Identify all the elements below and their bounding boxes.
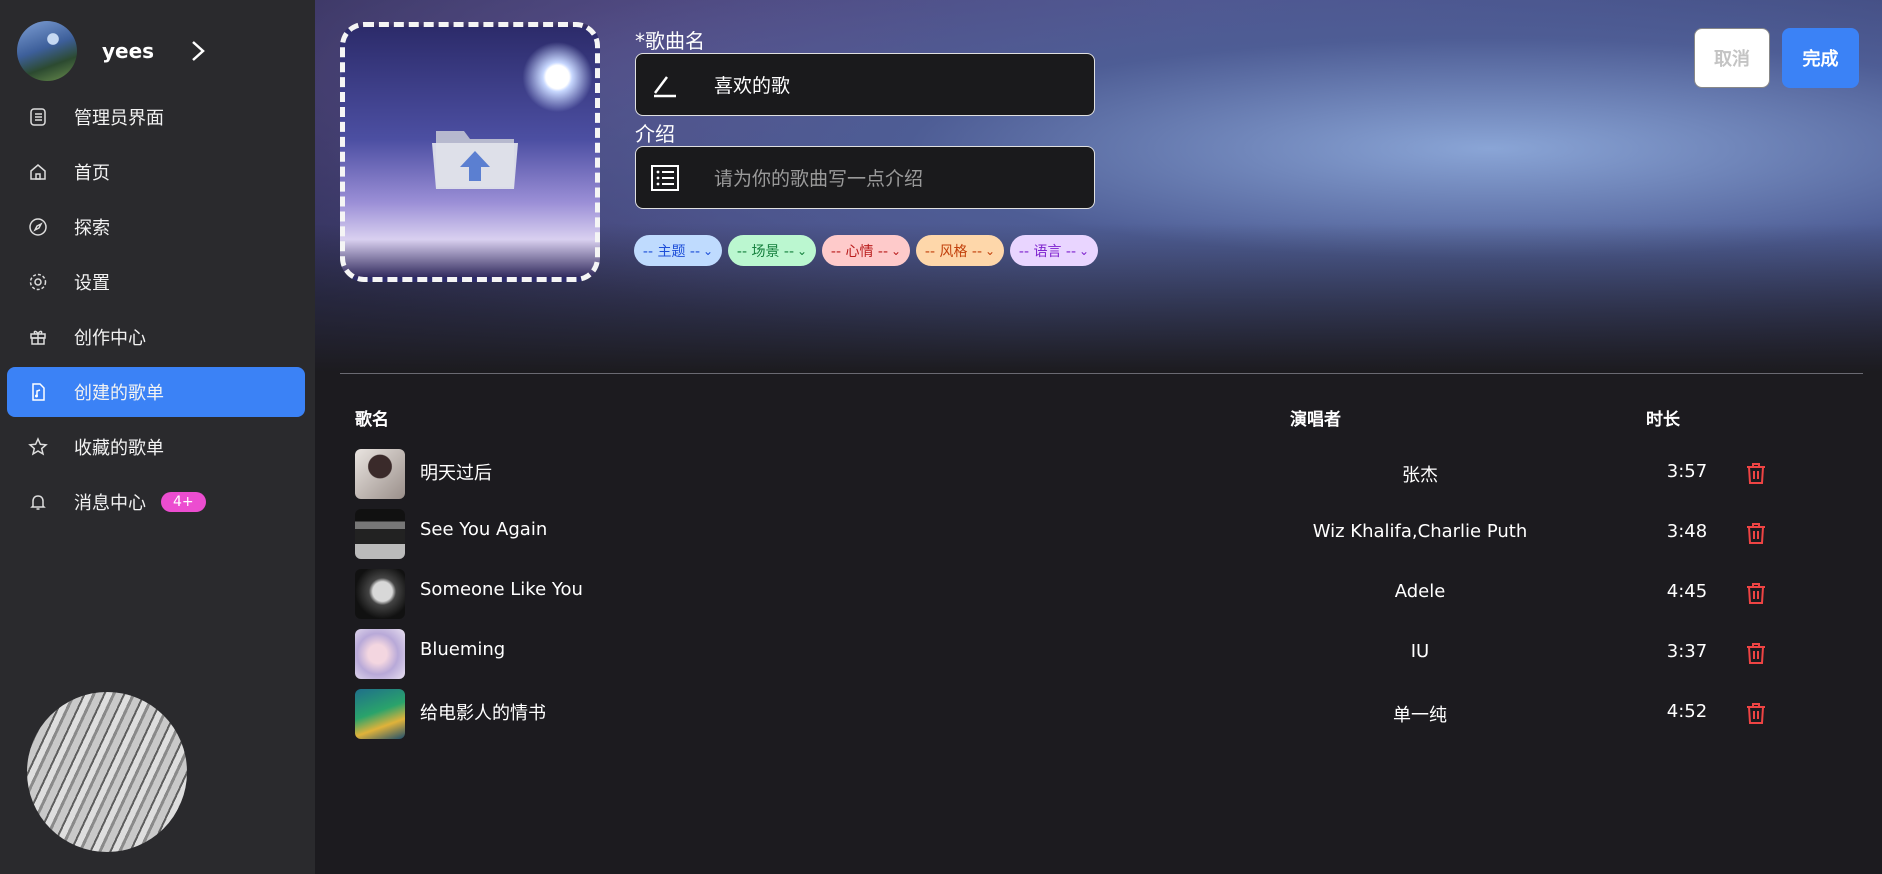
pen-icon (650, 70, 680, 100)
sidebar-item-created-playlists[interactable]: 创建的歌单 (7, 367, 305, 417)
trash-icon[interactable] (1743, 520, 1769, 546)
song-name-field[interactable]: 喜欢的歌 (635, 53, 1095, 116)
column-header-artist: 演唱者 (1290, 410, 1341, 430)
song-duration: 3:48 (1666, 521, 1708, 542)
tag-select-style[interactable]: -- 风格 -- ⌄ (916, 235, 1004, 266)
table-row[interactable]: See You Again Wiz Khalifa,Charlie Puth 3… (355, 509, 1825, 559)
song-artist: Wiz Khalifa,Charlie Puth (1312, 521, 1528, 542)
trash-icon[interactable] (1743, 580, 1769, 606)
tag-selectors: -- 主题 -- ⌄ -- 场景 -- ⌄ -- 心情 -- ⌄ -- 风格 -- ⌄ … (634, 235, 1098, 266)
sidebar-item-explore[interactable]: 探索 (7, 202, 305, 252)
tag-select-theme[interactable]: -- 主题 -- ⌄ (634, 235, 722, 266)
song-title: Someone Like You (420, 579, 583, 600)
intro-placeholder: 请为你的歌曲写一点介绍 (714, 168, 924, 190)
chevron-down-icon: ⌄ (891, 243, 902, 258)
user-profile[interactable]: yees (17, 20, 257, 82)
chevron-down-icon: ⌄ (797, 243, 808, 258)
song-title: See You Again (420, 519, 548, 540)
sidebar-item-label: 设置 (74, 273, 110, 294)
home-icon (27, 161, 49, 183)
avatar[interactable] (17, 21, 77, 81)
sidebar-item-label: 消息中心 (74, 493, 146, 514)
list-icon (650, 163, 680, 193)
column-header-duration: 时长 (1646, 410, 1680, 430)
sidebar-item-admin[interactable]: 管理员界面 (7, 92, 305, 142)
cover-upload[interactable] (340, 22, 600, 282)
tag-label: -- 风格 -- (924, 243, 983, 260)
song-thumbnail (355, 569, 405, 619)
sidebar-item-label: 管理员界面 (74, 108, 164, 129)
sidebar-item-label: 创建的歌单 (74, 383, 164, 404)
sidebar-nav: 管理员界面 首页 探索 设置 创作中心 创建的歌单 收藏的歌单 消息中心 4+ (7, 92, 305, 532)
tag-label: -- 主题 -- (642, 243, 701, 260)
sidebar-item-favorite-playlists[interactable]: 收藏的歌单 (7, 422, 305, 472)
music-file-icon (27, 381, 49, 403)
song-thumbnail (355, 449, 405, 499)
trash-icon[interactable] (1743, 700, 1769, 726)
sidebar-item-label: 首页 (74, 163, 110, 184)
song-title: Blueming (420, 639, 506, 660)
sidebar-item-messages[interactable]: 消息中心 4+ (7, 477, 305, 527)
song-title: 给电影人的情书 (420, 703, 546, 724)
column-header-name: 歌名 (355, 410, 389, 430)
cancel-button[interactable]: 取消 (1694, 28, 1770, 88)
song-artist: 单一纯 (1393, 705, 1447, 726)
song-duration: 3:57 (1666, 461, 1708, 482)
intro-label: 介绍 (635, 122, 675, 146)
chevron-down-icon: ⌄ (1079, 243, 1090, 258)
song-name-value: 喜欢的歌 (714, 75, 791, 97)
tag-label: -- 心情 -- (830, 243, 889, 260)
song-artist: 张杰 (1402, 465, 1438, 486)
upload-folder-icon (432, 131, 518, 189)
tag-select-language[interactable]: -- 语言 -- ⌄ (1010, 235, 1098, 266)
sidebar-item-settings[interactable]: 设置 (7, 257, 305, 307)
sidebar-item-home[interactable]: 首页 (7, 147, 305, 197)
notification-badge: 4+ (161, 492, 206, 512)
song-duration: 4:45 (1666, 581, 1708, 602)
divider (340, 373, 1863, 374)
chevron-right-icon[interactable] (188, 39, 208, 63)
sidebar-item-creator-center[interactable]: 创作中心 (7, 312, 305, 362)
song-thumbnail (355, 509, 405, 559)
username: yees (102, 39, 155, 63)
song-title: 明天过后 (420, 463, 492, 484)
song-duration: 3:37 (1666, 641, 1708, 662)
song-thumbnail (355, 689, 405, 739)
song-name-label: *歌曲名 (635, 29, 705, 53)
chevron-down-icon: ⌄ (985, 243, 996, 258)
sidebar: yees 管理员界面 首页 探索 设置 创作中心 创建的歌单 收藏的歌单 消息中… (0, 0, 315, 874)
gift-icon (27, 326, 49, 348)
gear-icon (27, 271, 49, 293)
tag-label: -- 场景 -- (736, 243, 795, 260)
sidebar-item-label: 探索 (74, 218, 110, 239)
tag-select-scene[interactable]: -- 场景 -- ⌄ (728, 235, 816, 266)
compass-icon (27, 216, 49, 238)
table-row[interactable]: 给电影人的情书 单一纯 4:52 (355, 689, 1825, 739)
intro-field[interactable]: 请为你的歌曲写一点介绍 (635, 146, 1095, 209)
song-artist: IU (1410, 641, 1430, 662)
tag-label: -- 语言 -- (1018, 243, 1077, 260)
table-row[interactable]: Blueming IU 3:37 (355, 629, 1825, 679)
star-icon (27, 436, 49, 458)
song-duration: 4:52 (1666, 701, 1708, 722)
table-row[interactable]: 明天过后 张杰 3:57 (355, 449, 1825, 499)
done-button[interactable]: 完成 (1782, 28, 1859, 88)
bell-icon (27, 491, 49, 513)
table-row[interactable]: Someone Like You Adele 4:45 (355, 569, 1825, 619)
song-artist: Adele (1394, 581, 1446, 602)
trash-icon[interactable] (1743, 460, 1769, 486)
now-playing-disc[interactable] (27, 692, 187, 852)
admin-panel-icon (27, 106, 49, 128)
sidebar-item-label: 创作中心 (74, 328, 146, 349)
tag-select-mood[interactable]: -- 心情 -- ⌄ (822, 235, 910, 266)
trash-icon[interactable] (1743, 640, 1769, 666)
chevron-down-icon: ⌄ (703, 243, 714, 258)
sidebar-item-label: 收藏的歌单 (74, 438, 164, 459)
song-thumbnail (355, 629, 405, 679)
